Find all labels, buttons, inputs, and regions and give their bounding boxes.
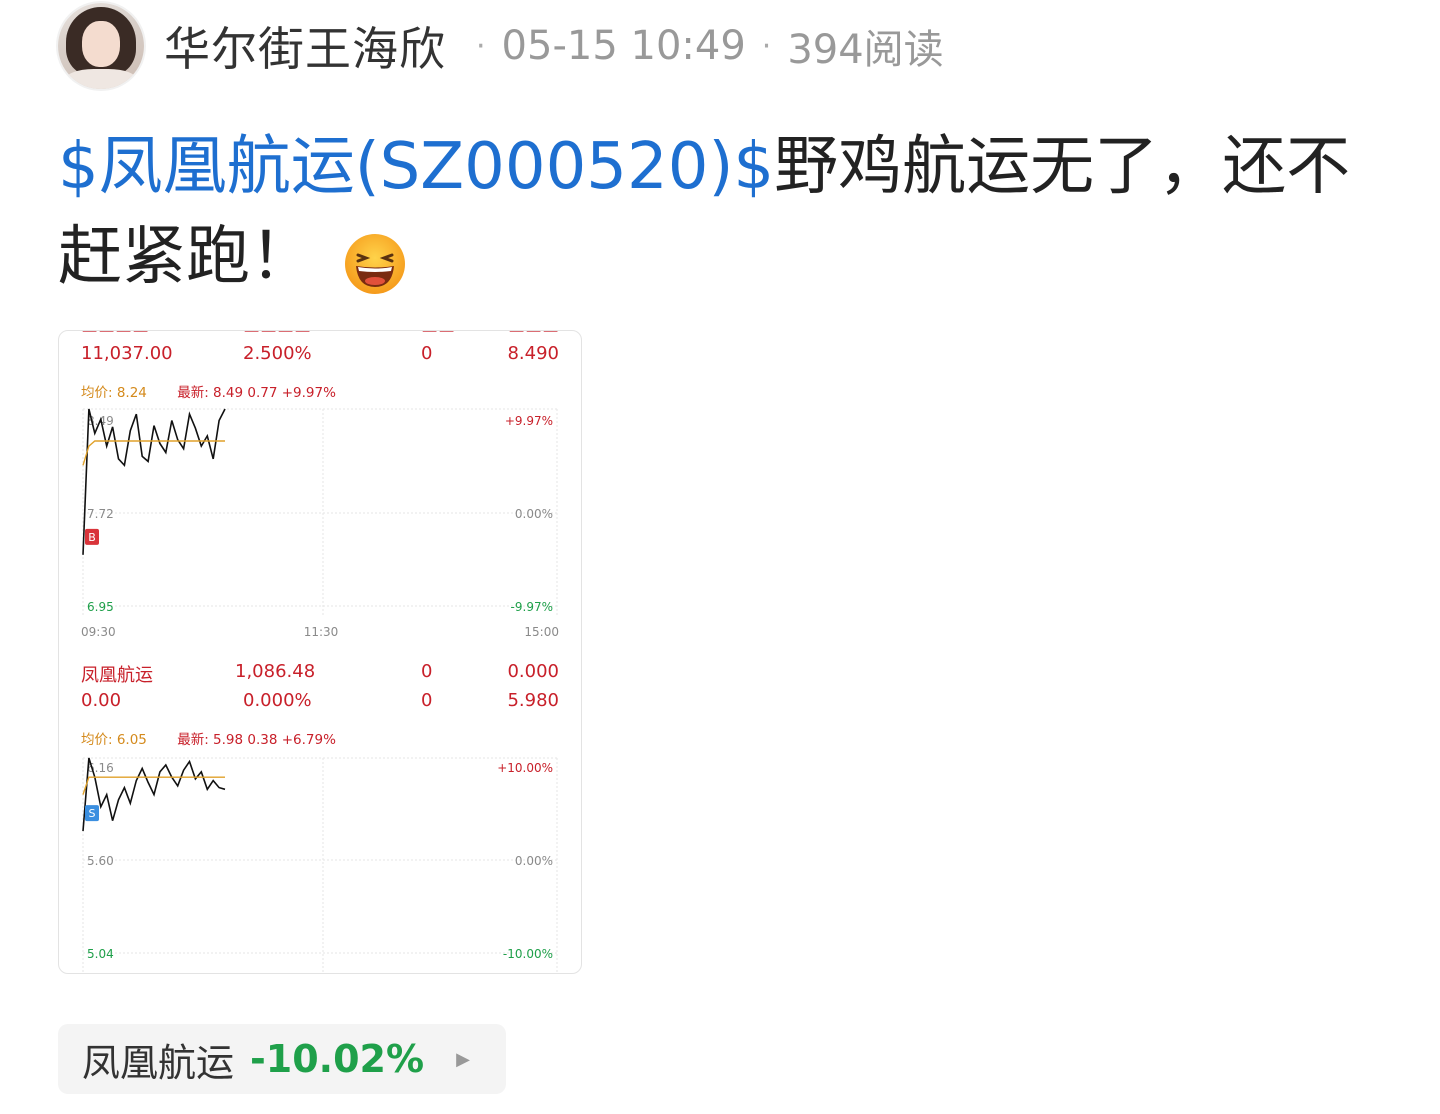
chart1-plot: B [82, 408, 226, 555]
chart2-grid [82, 757, 558, 973]
intraday-chart-card[interactable]: ▬▬▬▬▬▬▬▬▬▬▬▬▬ 11,037.00 2.500% 0 8.490 均… [58, 330, 582, 974]
chart1-xlabel-open: 09:30 [81, 625, 116, 639]
stock-tag-link[interactable]: $凤凰航运(SZ000520)$ [58, 130, 774, 204]
stock-chip[interactable]: 凤凰航运 -10.02% ▶ [58, 1024, 506, 1094]
chart1-price-line [82, 408, 226, 555]
chart2-pct-high: +10.00% [497, 761, 553, 775]
chart1-ylabel-mid: 7.72 [87, 507, 114, 521]
chart1-grid [82, 408, 558, 616]
post-meta: · 05-15 10:49 · 394阅读 [460, 17, 944, 75]
read-count: 394阅读 [787, 27, 944, 73]
chart1-xlabel-mid: 11:30 [304, 625, 339, 639]
chart2-pct-low: -10.00% [503, 947, 553, 961]
laughing-face-icon [344, 229, 406, 295]
chart1-xlabel-close: 15:00 [524, 625, 559, 639]
post-time: 05-15 10:49 [501, 23, 746, 69]
chart1-pct-low: -9.97% [511, 600, 553, 614]
chip-stock-name: 凤凰航运 [82, 1040, 235, 1085]
chart2-ylabel-mid: 5.60 [87, 854, 114, 868]
chip-change: -10.02% [250, 1037, 425, 1081]
chart1-trade-marker-label: B [88, 531, 96, 544]
chart2-pct-mid: 0.00% [515, 854, 553, 868]
chart1-pct-high: +9.97% [505, 414, 553, 428]
author-name[interactable]: 华尔街王海欣 [164, 13, 446, 79]
chart1-ylabel-low: 6.95 [87, 600, 114, 614]
chart2-trade-marker-label: S [89, 807, 96, 820]
chart1-pct-mid: 0.00% [515, 507, 553, 521]
post-body: $凤凰航运(SZ000520)$野鸡航运无了，还不赶紧跑！ [58, 122, 1388, 302]
play-arrow-icon: ▶ [456, 1048, 470, 1070]
avatar[interactable] [58, 3, 144, 89]
post-header: 华尔街王海欣 · 05-15 10:49 · 394阅读 [58, 2, 944, 90]
chart2-ylabel-low: 5.04 [87, 947, 114, 961]
chart1-avg-line [82, 440, 225, 466]
intraday-charts-svg: 8.49 7.72 6.95 +9.97% 0.00% -9.97% 09:30… [81, 408, 559, 973]
